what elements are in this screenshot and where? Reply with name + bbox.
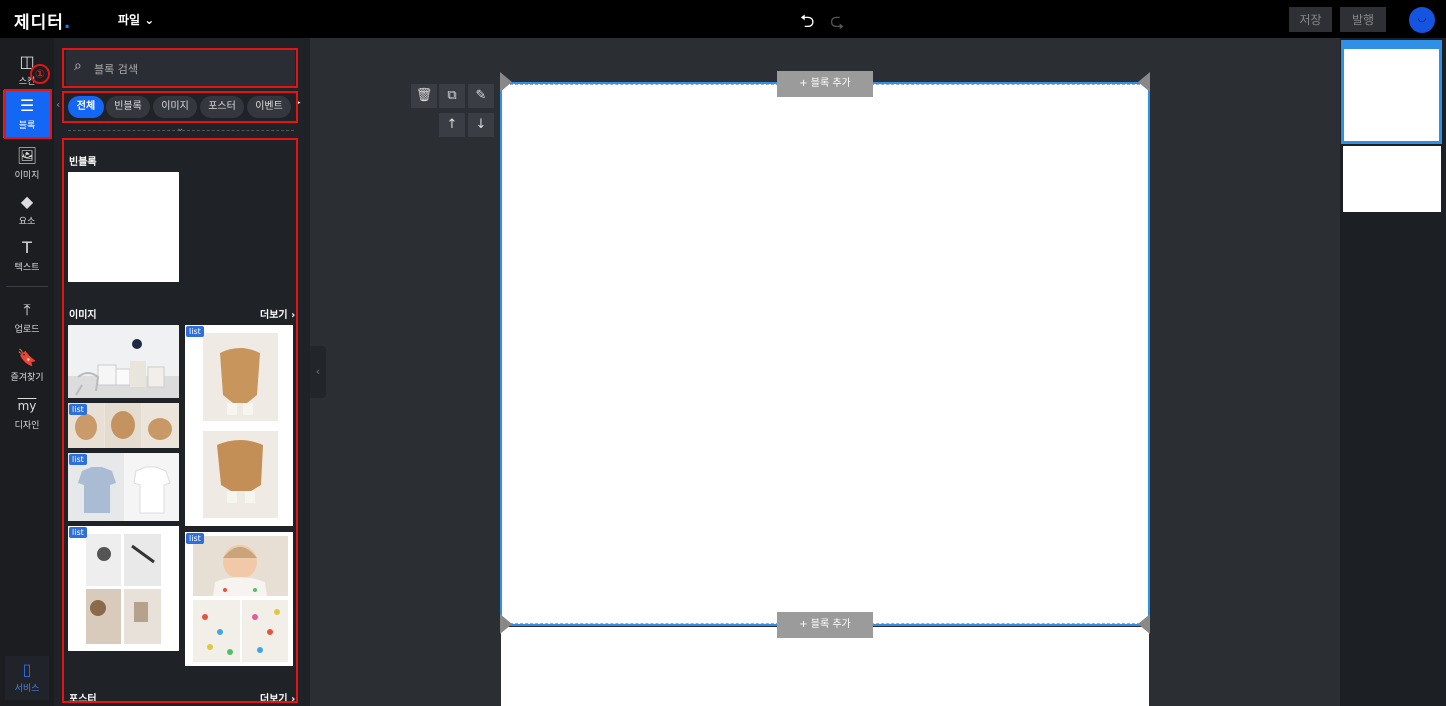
move-up-icon[interactable]: ↑ [439, 113, 465, 137]
annotation-box-3 [62, 91, 298, 123]
edit-icon[interactable]: ✎ [468, 84, 494, 108]
corner-handle [500, 614, 512, 634]
annotation-box-2 [62, 48, 298, 88]
top-bar: 제디터. 파일 ⌄ ⮌ ⮎ 저장 발행 ◡ [0, 0, 1446, 38]
publish-button[interactable]: 발행 [1340, 7, 1386, 32]
chevron-down-icon: ⌄ [144, 13, 155, 27]
upload-icon: ⤒ [23, 300, 31, 319]
corner-handle [500, 72, 512, 92]
my-design-icon: my [17, 399, 37, 413]
file-menu-label: 파일 [118, 13, 141, 27]
nav-item-favorite[interactable]: 🔖 즐겨찾기 [3, 342, 51, 390]
corner-handle [1138, 72, 1150, 92]
service-button[interactable]: ▯ 서비스 [5, 656, 49, 700]
nav-label: 이미지 [14, 171, 40, 181]
duplicate-icon[interactable]: ⧉ [439, 84, 465, 108]
logo-text: 제디터 [14, 13, 64, 33]
undo-icon[interactable]: ⮌ [800, 9, 814, 39]
service-icon: ▯ [22, 660, 32, 679]
file-menu[interactable]: 파일 ⌄ [118, 11, 154, 28]
redo-icon[interactable]: ⮎ [830, 9, 844, 39]
nav-item-upload[interactable]: ⤒ 업로드 [3, 294, 51, 342]
service-label: 서비스 [14, 684, 40, 694]
nav-label: 요소 [18, 217, 36, 227]
app-logo[interactable]: 제디터. [14, 8, 71, 33]
delete-icon[interactable]: 🗑 [411, 84, 437, 108]
logo-dot: . [63, 13, 72, 33]
add-block-bottom-button[interactable]: + 블록 추가 [777, 612, 873, 638]
shapes-icon: ◆ [20, 192, 34, 211]
add-block-top-button[interactable]: + 블록 추가 [777, 71, 873, 97]
block-selection-frame [500, 82, 1150, 626]
editor-app: 제디터. 파일 ⌄ ⮌ ⮎ 저장 발행 ◡ ◫ 스킨 ☰ 블록 🖼 이미지 ◆ … [0, 0, 1446, 706]
annotation-box-4 [62, 138, 298, 703]
nav-divider [6, 286, 48, 287]
text-icon: T [22, 238, 32, 257]
corner-handle [1138, 614, 1150, 634]
annotation-number-1: ① [30, 64, 50, 84]
chevron-down-icon[interactable]: ⌄ [176, 123, 184, 134]
nav-label: 텍스트 [14, 263, 40, 273]
image-icon: 🖼 [16, 146, 38, 165]
annotation-box-1 [4, 89, 52, 139]
next-block[interactable] [501, 627, 1149, 706]
nav-label: 업로드 [14, 325, 40, 335]
move-down-icon[interactable]: ↓ [468, 113, 494, 137]
nav-item-element[interactable]: ◆ 요소 [3, 186, 51, 234]
page-thumb-selected[interactable] [1341, 40, 1442, 144]
save-button[interactable]: 저장 [1289, 7, 1332, 32]
avatar[interactable]: ◡ [1409, 7, 1435, 33]
nav-item-my-design[interactable]: my 디자인 [3, 390, 51, 438]
nav-item-image[interactable]: 🖼 이미지 [3, 140, 51, 188]
nav-label: 디자인 [14, 421, 40, 431]
page-thumb[interactable] [1343, 146, 1441, 212]
chevron-left-icon[interactable]: ‹ [56, 98, 60, 111]
panel-collapse-tab[interactable]: ‹ [310, 346, 326, 398]
nav-item-text[interactable]: T 텍스트 [3, 232, 51, 280]
bookmark-icon: 🔖 [17, 348, 37, 367]
nav-label: 즐겨찾기 [10, 373, 44, 383]
